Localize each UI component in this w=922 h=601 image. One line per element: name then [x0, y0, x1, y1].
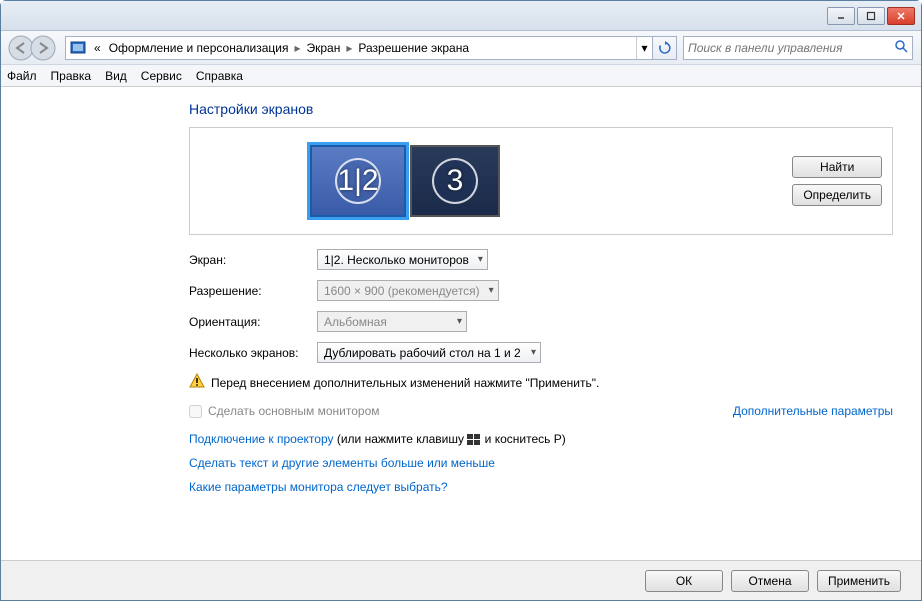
- page-title: Настройки экранов: [189, 101, 893, 117]
- close-button[interactable]: [887, 7, 915, 25]
- chevron-right-icon: ▸: [344, 41, 354, 55]
- menu-tools[interactable]: Сервис: [141, 69, 182, 83]
- menu-view[interactable]: Вид: [105, 69, 127, 83]
- breadcrumb-item[interactable]: Оформление и персонализация: [105, 41, 293, 55]
- breadcrumb[interactable]: « Оформление и персонализация ▸ Экран ▸ …: [65, 36, 653, 60]
- monitor-3[interactable]: 3: [410, 145, 500, 217]
- breadcrumb-dropdown[interactable]: ▾: [636, 37, 652, 59]
- ok-button[interactable]: ОК: [645, 570, 723, 592]
- orientation-select[interactable]: Альбомная: [317, 311, 467, 332]
- make-primary-checkbox: Сделать основным монитором: [189, 404, 380, 418]
- maximize-button[interactable]: [857, 7, 885, 25]
- breadcrumb-item[interactable]: Разрешение экрана: [354, 41, 473, 55]
- advanced-settings-link[interactable]: Дополнительные параметры: [733, 404, 893, 418]
- nav-back-forward[interactable]: [7, 34, 59, 62]
- explorer-navbar: « Оформление и персонализация ▸ Экран ▸ …: [1, 31, 921, 65]
- menu-file[interactable]: Файл: [7, 69, 37, 83]
- which-monitor-link[interactable]: Какие параметры монитора следует выбрать…: [189, 480, 448, 494]
- control-panel-icon: [70, 40, 86, 56]
- windows-key-icon: [467, 434, 481, 446]
- chevron-right-icon: ▸: [292, 41, 302, 55]
- apply-button[interactable]: Применить: [817, 570, 901, 592]
- menu-help[interactable]: Справка: [196, 69, 243, 83]
- warning-text: Перед внесением дополнительных изменений…: [211, 376, 599, 390]
- dialog-footer: ОК Отмена Применить: [1, 560, 921, 600]
- search-icon[interactable]: [894, 39, 908, 56]
- resolution-label: Разрешение:: [189, 284, 317, 298]
- search-box[interactable]: [683, 36, 913, 60]
- menu-bar: Файл Правка Вид Сервис Справка: [1, 65, 921, 87]
- resolution-select[interactable]: 1600 × 900 (рекомендуется): [317, 280, 499, 301]
- orientation-label: Ориентация:: [189, 315, 317, 329]
- monitor-label: 3: [447, 164, 464, 198]
- detect-button[interactable]: Определить: [792, 184, 882, 206]
- menu-edit[interactable]: Правка: [51, 69, 92, 83]
- breadcrumb-item[interactable]: Экран: [302, 41, 344, 55]
- multi-display-select[interactable]: Дублировать рабочий стол на 1 и 2: [317, 342, 541, 363]
- display-preview-panel: 1|2 3 Найти Определить: [189, 127, 893, 235]
- minimize-button[interactable]: [827, 7, 855, 25]
- breadcrumb-prefix: «: [90, 41, 105, 55]
- projector-link[interactable]: Подключение к проектору: [189, 432, 334, 446]
- refresh-button[interactable]: [653, 36, 677, 60]
- text-size-link[interactable]: Сделать текст и другие элементы больше и…: [189, 456, 495, 470]
- search-input[interactable]: [688, 41, 894, 55]
- display-select[interactable]: 1|2. Несколько мониторов: [317, 249, 488, 270]
- find-button[interactable]: Найти: [792, 156, 882, 178]
- window-titlebar: [1, 1, 921, 31]
- display-label: Экран:: [189, 253, 317, 267]
- multi-display-label: Несколько экранов:: [189, 346, 317, 360]
- warning-icon: [189, 373, 205, 392]
- monitor-label: 1|2: [337, 164, 378, 198]
- content-area: Настройки экранов 1|2 3 Найти Определить: [1, 87, 921, 514]
- cancel-button[interactable]: Отмена: [731, 570, 809, 592]
- monitor-1-2[interactable]: 1|2: [310, 145, 406, 217]
- make-primary-input: [189, 405, 202, 418]
